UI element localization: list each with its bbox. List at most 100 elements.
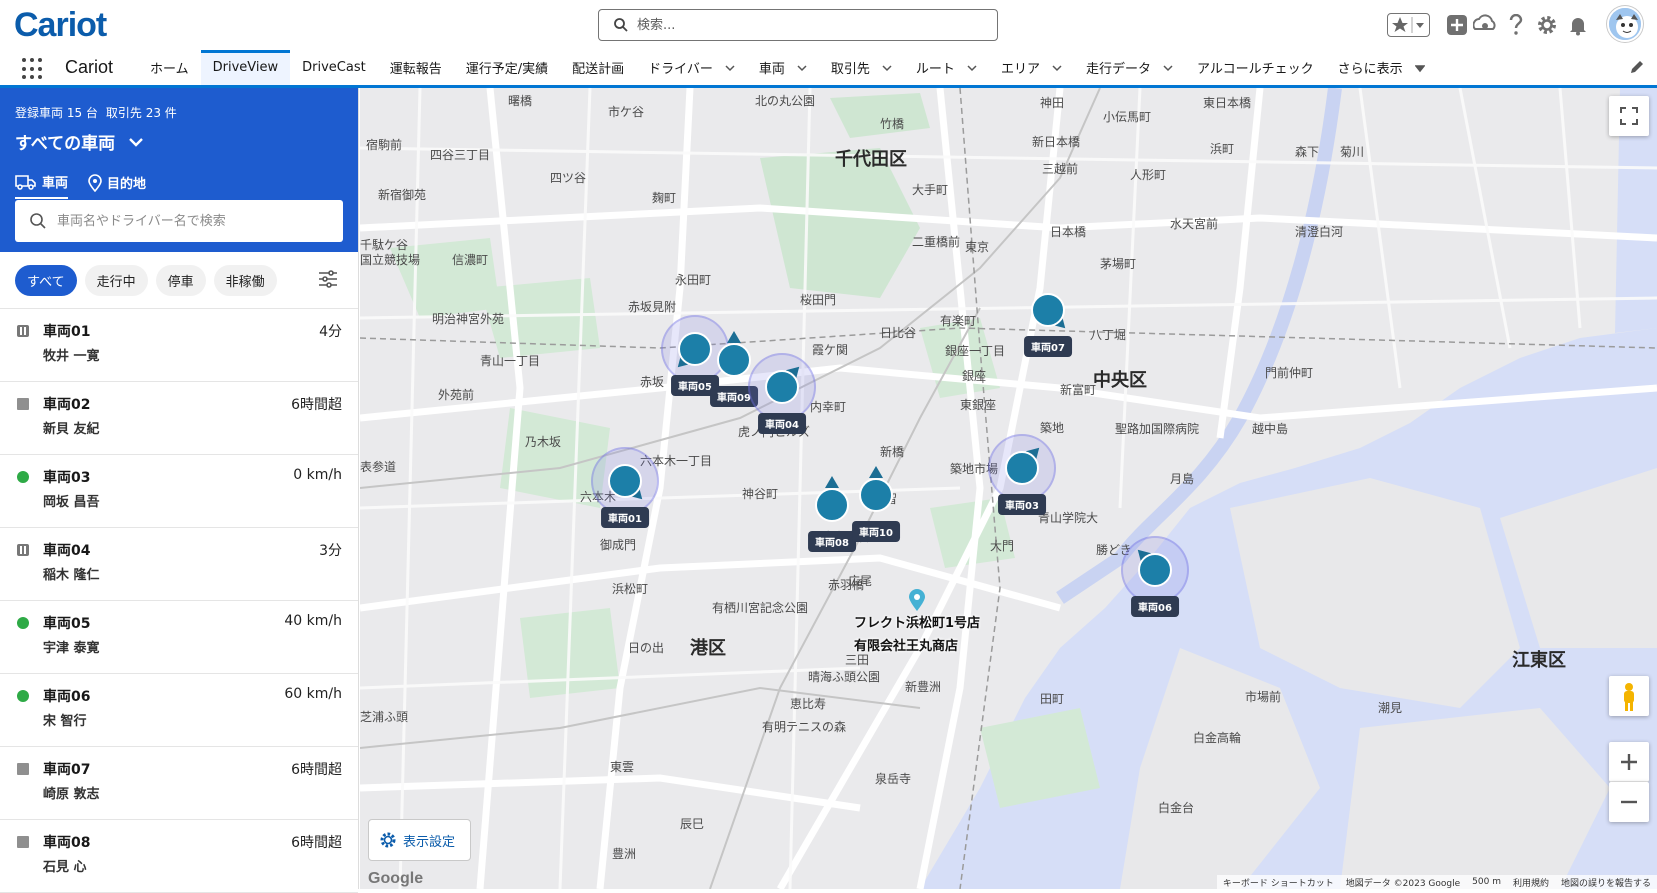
ward-label: 千代田区 [835, 149, 907, 170]
status-value: 0 km/h [293, 467, 342, 483]
driver-name: 稲木 隆仁 [43, 568, 100, 583]
vehicle-marker-label[interactable]: 車両04 [758, 413, 806, 434]
bell-icon[interactable] [1565, 12, 1591, 38]
terms-link[interactable]: 利用規約 [1513, 876, 1549, 889]
vehicle-marker[interactable] [1028, 290, 1071, 334]
tab-label: ドライバー [648, 62, 713, 77]
global-actions-icon[interactable] [1444, 12, 1470, 38]
vehicle-marker-label[interactable]: 車両10 [852, 521, 900, 542]
gear-icon[interactable] [1534, 12, 1560, 38]
vehicle-marker-label[interactable]: 車両01 [601, 507, 649, 528]
map-data-text: 地図データ ©2023 Google [1345, 878, 1461, 889]
app-launcher-icon[interactable] [22, 58, 44, 80]
vehicle-list-item[interactable]: 車両05 宇津 泰寛 40 km/h [0, 601, 358, 674]
tab-9[interactable]: ルート [904, 50, 989, 85]
vehicle-search-input[interactable] [57, 211, 327, 231]
place-label: 聖路加国際病院 [1115, 422, 1200, 436]
zoom-in-button[interactable] [1609, 742, 1649, 782]
chevron-down-icon[interactable] [882, 63, 892, 73]
vehicle-name: 車両01 [43, 324, 91, 340]
tab-11[interactable]: 走行データ [1074, 50, 1185, 85]
tab-3[interactable]: 運転報告 [378, 50, 454, 85]
tab-8[interactable]: 取引先 [819, 50, 904, 85]
vehicle-marker[interactable] [988, 434, 1056, 502]
filter-chip[interactable]: 停車 [155, 264, 206, 296]
scope-selector[interactable]: すべての車両 [15, 129, 342, 154]
global-search[interactable] [598, 9, 998, 41]
vehicle-marker-label[interactable]: 車両08 [808, 531, 856, 552]
filter-chip[interactable]: 走行中 [84, 264, 148, 296]
tab-5[interactable]: 配送計画 [560, 50, 636, 85]
place-label: 豊洲 [612, 847, 637, 861]
tab-2[interactable]: DriveCast [290, 50, 378, 85]
vehicle-name: 車両07 [43, 762, 91, 778]
favorites-button[interactable] [1387, 13, 1430, 37]
fullscreen-button[interactable] [1609, 96, 1649, 136]
ward-label: 中央区 [1093, 370, 1147, 391]
vehicle-list-item[interactable]: 車両06 宋 智行 60 km/h [0, 674, 358, 747]
filter-settings-icon[interactable] [318, 270, 338, 288]
status-pause-icon [17, 325, 29, 337]
tab-0[interactable]: ホーム [138, 50, 201, 85]
location-pin-icon [88, 173, 102, 192]
edit-nav-icon[interactable] [1629, 59, 1645, 75]
chevron-down-icon[interactable] [725, 63, 735, 73]
app-nav-bar: Cariot ホーム DriveView DriveCast 運転報告 運行予定/実績 配… [0, 50, 1657, 88]
vehicle-marker-label[interactable]: 車両03 [998, 494, 1046, 515]
tab-7[interactable]: 車両 [747, 50, 819, 85]
store-pin-icon[interactable] [908, 588, 926, 612]
tab-12[interactable]: アルコールチェック [1185, 50, 1326, 85]
filter-chip[interactable]: 非稼働 [213, 264, 277, 296]
mode-vehicle-tab[interactable]: 車両 [15, 172, 69, 199]
vehicle-marker[interactable] [591, 447, 659, 515]
tab-1[interactable]: DriveView [200, 50, 291, 85]
vehicle-pin-icon [678, 332, 712, 366]
store-label[interactable]: フレクト浜松町1号店 [854, 612, 980, 631]
place-label: 茅場町 [1100, 257, 1137, 271]
tab-label: 走行データ [1085, 62, 1151, 77]
counts: 登録車両 15 台取引先 23 件 [15, 104, 342, 121]
map-view[interactable]: 千代田区 中央区 港区 江東区 曙橋 市ケ谷 北の丸公園 神田 小伝馬町 東日本橋 宿駒前四… [360, 88, 1657, 889]
help-icon[interactable] [1503, 12, 1529, 38]
chevron-down-icon[interactable] [1052, 63, 1062, 73]
vehicle-list-item[interactable]: 車両07 崎原 敦志 6時間超 [0, 747, 358, 820]
place-label: 有栖川宮記念公園 [712, 601, 809, 615]
chevron-down-icon[interactable] [797, 63, 807, 73]
vehicle-marker[interactable] [856, 466, 896, 515]
store-label[interactable]: 有限会社王丸商店 [854, 635, 958, 654]
zoom-out-button[interactable] [1609, 782, 1649, 822]
vehicle-list-item[interactable]: 車両01 牧井 一寛 4分 [0, 309, 358, 382]
vehicle-marker[interactable] [714, 331, 754, 380]
vehicle-marker[interactable] [812, 476, 852, 525]
report-error-link[interactable]: 地図の誤りを報告する [1561, 876, 1651, 889]
chevron-down-icon[interactable] [1163, 63, 1173, 73]
vehicle-list-item[interactable]: 車両08 石見 心 6時間超 [0, 820, 358, 893]
display-settings-button[interactable]: 表示設定 [368, 819, 471, 861]
tab-10[interactable]: エリア [989, 50, 1074, 85]
global-search-input[interactable] [637, 15, 987, 35]
trailhead-icon[interactable] [1472, 12, 1498, 38]
tab-6[interactable]: ドライバー [636, 50, 747, 85]
vehicle-search[interactable] [15, 200, 343, 242]
street-view-button[interactable] [1609, 676, 1649, 716]
place-label: 小伝馬町 [1103, 110, 1152, 124]
mode-destination-tab[interactable]: 目的地 [88, 172, 146, 199]
app-logo[interactable]: Cariot [14, 6, 107, 45]
vehicle-marker[interactable] [1121, 536, 1189, 604]
filter-chip[interactable]: すべて [15, 264, 77, 296]
scale-label[interactable]: 500 m [1472, 877, 1501, 887]
tab-4[interactable]: 運行予定/実績 [454, 50, 560, 85]
keyboard-shortcuts-link[interactable]: キーボード ショートカット [1223, 876, 1334, 889]
vehicle-list-item[interactable]: 車両03 岡坂 昌吾 0 km/h [0, 455, 358, 528]
chevron-down-icon[interactable] [1414, 63, 1425, 73]
vehicle-marker[interactable] [661, 315, 729, 383]
vehicle-marker-label[interactable]: 車両07 [1024, 336, 1072, 357]
tab-13[interactable]: さらに表示 [1326, 50, 1437, 85]
vehicle-list-item[interactable]: 車両04 稲木 隆仁 3分 [0, 528, 358, 601]
minus-icon [1621, 800, 1637, 804]
vehicle-list-item[interactable]: 車両02 新貝 友紀 6時間超 [0, 382, 358, 455]
vehicle-marker[interactable] [748, 353, 816, 421]
avatar[interactable] [1607, 6, 1643, 42]
chevron-down-icon[interactable] [967, 63, 977, 73]
vehicle-marker-label[interactable]: 車両06 [1131, 596, 1179, 617]
